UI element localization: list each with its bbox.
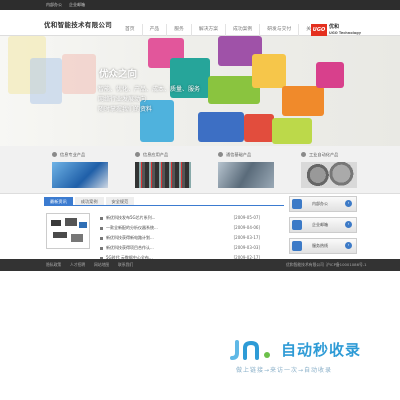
news-thumbnail[interactable] <box>46 213 90 249</box>
footer-icp[interactable]: 沪ICP备10001086号-1 <box>326 262 367 268</box>
puzzle-block-orange <box>282 86 324 116</box>
feature-title: 信息应用产品 <box>135 152 211 158</box>
puzzle-block-yellow-2 <box>252 54 286 88</box>
internal-office-button[interactable]: 内部办公 › <box>289 196 357 212</box>
news-title[interactable]: 新优科技获得项目合作认... <box>106 245 154 250</box>
news-list: 新优科技发布5G芯片系列... [2009-05-07] 一款全新配的分析仪器系统… <box>100 213 280 263</box>
footer-link-contact[interactable]: 联系我们 <box>118 262 133 268</box>
enterprise-mail-button[interactable]: 企业邮箱 › <box>289 217 357 233</box>
banner-slogan-2: 网络行业发展动向 <box>98 96 147 103</box>
footer-copyright: 优和智能技术有限公司 <box>286 262 324 267</box>
puzzle-block-blue <box>30 58 62 104</box>
news-date: [2009-05-07] <box>233 215 260 220</box>
footer-link-sitemap[interactable]: 网站地图 <box>94 262 109 268</box>
puzzle-block-blue-2 <box>198 112 244 142</box>
footer-link-jobs[interactable]: 人才招聘 <box>70 262 85 268</box>
industrial-gears-image <box>301 162 357 188</box>
nav-services[interactable]: 服务 <box>166 24 191 36</box>
brand-name-cn: 优和 <box>329 24 340 30</box>
news-date: [2009-04-06] <box>233 225 260 230</box>
service-hotline-button[interactable]: 服务热线 › <box>289 238 357 254</box>
news-title[interactable]: 新优科技发布5G芯片系列... <box>106 215 155 220</box>
feature-title: 工业自动化产品 <box>301 152 377 158</box>
laptop-image <box>52 162 108 188</box>
server-rack-image <box>135 162 191 188</box>
feature-card[interactable]: 工业自动化产品 <box>301 152 377 188</box>
network-switch-image <box>218 162 274 188</box>
site-footer: 隐私政策 人才招聘 网站地图 联系我们 优和智能技术有限公司 沪ICP备1000… <box>0 259 400 271</box>
news-date: [2009-03-03] <box>233 245 260 250</box>
watermark-subtext: 做上链接→来访一次→自动收录 <box>236 367 333 374</box>
news-title[interactable]: 新优科技获得新电路计划... <box>106 235 154 240</box>
enterprise-mail-link[interactable]: 企业邮箱 <box>69 2 85 8</box>
site-header: 优和智能技术有限公司 首页 产品 服务 解决方案 成功案例 研发与交付 关于优和… <box>0 10 400 36</box>
nav-home[interactable]: 首页 <box>118 24 142 36</box>
nav-rnd[interactable]: 研发与交付 <box>259 24 298 36</box>
side-label: 服务热线 <box>312 243 328 248</box>
watermark-logo-icon <box>230 340 270 360</box>
brand-name-en: UGO Technology <box>329 31 362 35</box>
list-item[interactable]: 新优科技发布5G芯片系列... [2009-05-07] <box>100 213 280 223</box>
phone-icon <box>292 241 302 251</box>
arrow-right-icon: › <box>345 242 352 249</box>
news-date: [2009-03-17] <box>233 235 260 240</box>
tab-divider <box>44 205 284 206</box>
side-label: 内部办公 <box>312 201 328 206</box>
banner-slogan-1: 智能、优化、产品、成本、质量、服务 <box>98 86 201 93</box>
watermark: 自动秒收录 做上链接→来访一次→自动收录 <box>0 338 400 378</box>
internal-office-link[interactable]: 内部办公 <box>46 2 62 8</box>
brand-logo-icon: UGO <box>311 24 327 36</box>
puzzle-block-red-2 <box>244 114 274 142</box>
side-label: 企业邮箱 <box>312 222 328 227</box>
nav-cases[interactable]: 成功案例 <box>225 24 259 36</box>
feature-card[interactable]: 信息应用产品 <box>135 152 211 188</box>
watermark-text: 自动秒收录 <box>281 341 362 359</box>
puzzle-block-magenta <box>316 62 344 88</box>
news-title[interactable]: 一款全新配的分析仪器系统... <box>106 225 158 230</box>
footer-link-privacy[interactable]: 隐私政策 <box>46 262 61 268</box>
banner-title: 优众之向 <box>99 69 138 80</box>
quick-links-sidebar: 内部办公 › 企业邮箱 › 服务热线 › <box>289 196 357 259</box>
feature-title: 通信基础产品 <box>218 152 294 158</box>
product-feature-strip: 信息专业产品 信息应用产品 通信基础产品 工业自动化产品 <box>0 146 400 194</box>
puzzle-block-red <box>62 54 96 94</box>
feature-title: 信息专业产品 <box>52 152 128 158</box>
main-navigation: 首页 产品 服务 解决方案 成功案例 研发与交付 关于优和 <box>118 24 332 36</box>
puzzle-block-lime <box>272 118 312 144</box>
top-utility-bar: 内部办公 企业邮箱 <box>0 0 400 10</box>
arrow-right-icon: › <box>345 200 352 207</box>
company-logo[interactable]: 优和智能技术有限公司 <box>44 19 112 29</box>
feature-card[interactable]: 通信基础产品 <box>218 152 294 188</box>
list-item[interactable]: 新优科技获得新电路计划... [2009-03-17] <box>100 233 280 243</box>
nav-solutions[interactable]: 解决方案 <box>190 24 225 36</box>
mail-icon <box>292 220 302 230</box>
feature-card[interactable]: 信息专业产品 <box>52 152 128 188</box>
monitor-icon <box>292 199 302 209</box>
arrow-right-icon: › <box>345 221 352 228</box>
nav-products[interactable]: 产品 <box>141 24 167 36</box>
banner-slogan-3: 随时掌握我们的资料 <box>98 106 153 113</box>
list-item[interactable]: 新优科技获得项目合作认... [2009-03-03] <box>100 243 280 253</box>
list-item[interactable]: 一款全新配的分析仪器系统... [2009-04-06] <box>100 223 280 233</box>
hero-banner: 优众之向 智能、优化、产品、成本、质量、服务 网络行业发展动向 随时掌握我们的资… <box>0 36 400 146</box>
